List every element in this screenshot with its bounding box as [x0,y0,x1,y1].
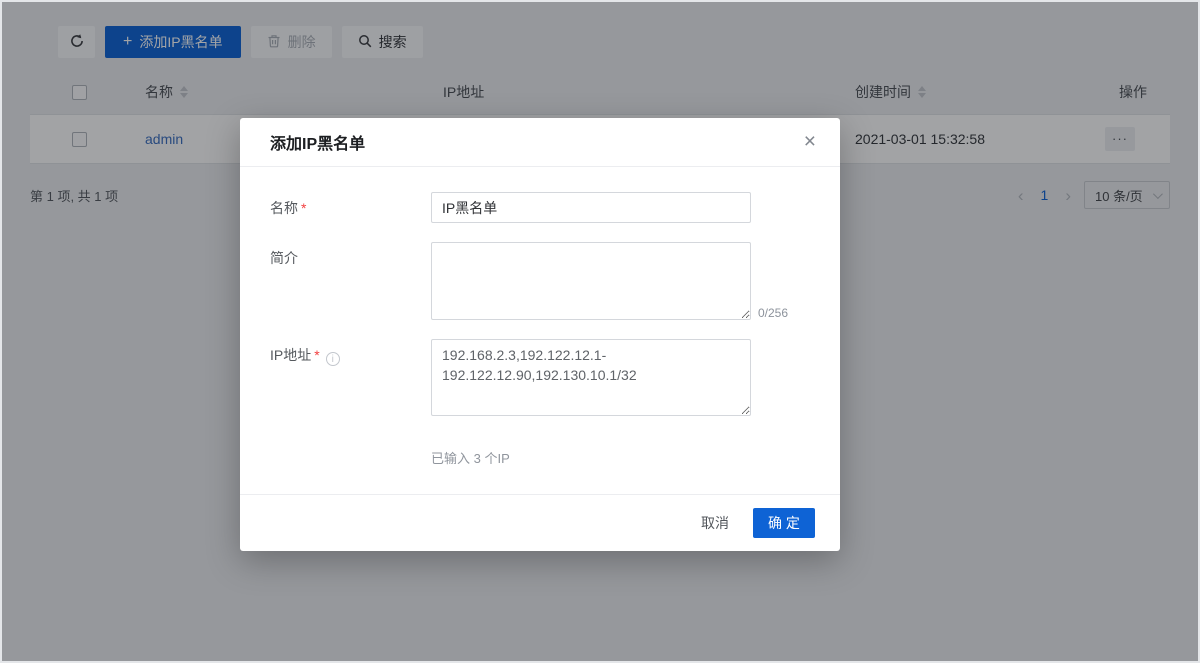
description-form-row: 简介 0/256 [270,242,810,320]
modal-header: 添加IP黑名单 [240,118,840,167]
ip-address-textarea[interactable]: 192.168.2.3,192.122.12.1-192.122.12.90,1… [431,339,751,416]
description-field-label: 简介 [270,250,298,266]
close-icon[interactable]: × [798,129,822,154]
ip-form-row: IP地址* i 192.168.2.3,192.122.12.1-192.122.… [270,339,810,416]
description-textarea[interactable] [431,242,751,320]
confirm-button[interactable]: 确 定 [753,508,815,538]
cancel-button[interactable]: 取消 [687,507,743,539]
info-icon: i [326,352,340,366]
char-counter: 0/256 [758,306,788,320]
name-form-row: 名称* [270,192,810,223]
modal-title: 添加IP黑名单 [270,130,365,154]
name-input[interactable] [431,192,751,223]
required-asterisk: * [314,347,319,363]
add-ip-blacklist-modal: 添加IP黑名单 × 名称* 简介 0/256 IP地址*i 192.168.2.… [240,118,840,551]
ip-count-hint: 已输入 3 个IP [431,448,810,467]
modal-footer: 取消 确 定 [240,494,840,551]
ip-field-label: IP地址 [270,347,311,363]
required-asterisk: * [301,200,306,216]
modal-body: 名称* 简介 0/256 IP地址*i 192.168.2.3,192.122.… [240,167,840,467]
name-field-label: 名称 [270,200,298,216]
